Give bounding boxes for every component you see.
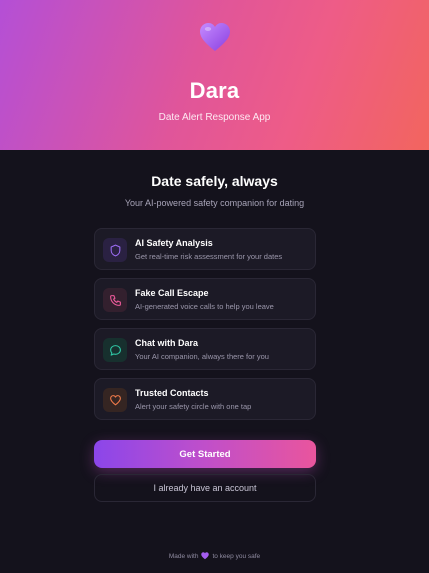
page-tagline: Your AI-powered safety companion for dat… (124, 198, 305, 208)
page-headline: Date safely, always (151, 173, 278, 189)
chat-bubble-icon (103, 338, 127, 362)
feature-card-chat: Chat with Dara Your AI companion, always… (94, 328, 316, 370)
phone-icon (103, 288, 127, 312)
feature-description: Alert your safety circle with one tap (135, 402, 252, 411)
footer-prefix: Made with (168, 553, 199, 561)
purple-heart-icon (201, 552, 210, 562)
feature-description: Get real-time risk assessment for your d… (135, 252, 283, 261)
get-started-button[interactable]: Get Started (94, 440, 316, 468)
shield-icon (103, 238, 127, 262)
hero-banner: Dara Date Alert Response App (0, 0, 429, 150)
footer-suffix: to keep you safe (212, 553, 261, 561)
heart-outline-icon (103, 388, 127, 412)
feature-title: Chat with Dara (135, 338, 199, 348)
app-subtitle: Date Alert Response App (158, 112, 271, 123)
feature-title: Trusted Contacts (135, 388, 209, 398)
feature-title: Fake Call Escape (135, 288, 209, 298)
welcome-panel: Date safely, always Your AI-powered safe… (0, 150, 429, 573)
feature-card-ai-safety: AI Safety Analysis Get real-time risk as… (94, 228, 316, 270)
footer-note: Made with to keep you safe (0, 552, 429, 562)
existing-account-button[interactable]: I already have an account (94, 474, 316, 502)
app-title: Dara (189, 78, 240, 103)
feature-title: AI Safety Analysis (135, 238, 213, 248)
feature-card-fake-call: Fake Call Escape AI-generated voice call… (94, 278, 316, 320)
feature-description: Your AI companion, always there for you (135, 352, 269, 361)
purple-heart-icon (0, 22, 429, 52)
feature-card-trusted-contacts: Trusted Contacts Alert your safety circl… (94, 378, 316, 420)
feature-description: AI-generated voice calls to help you lea… (135, 302, 274, 311)
